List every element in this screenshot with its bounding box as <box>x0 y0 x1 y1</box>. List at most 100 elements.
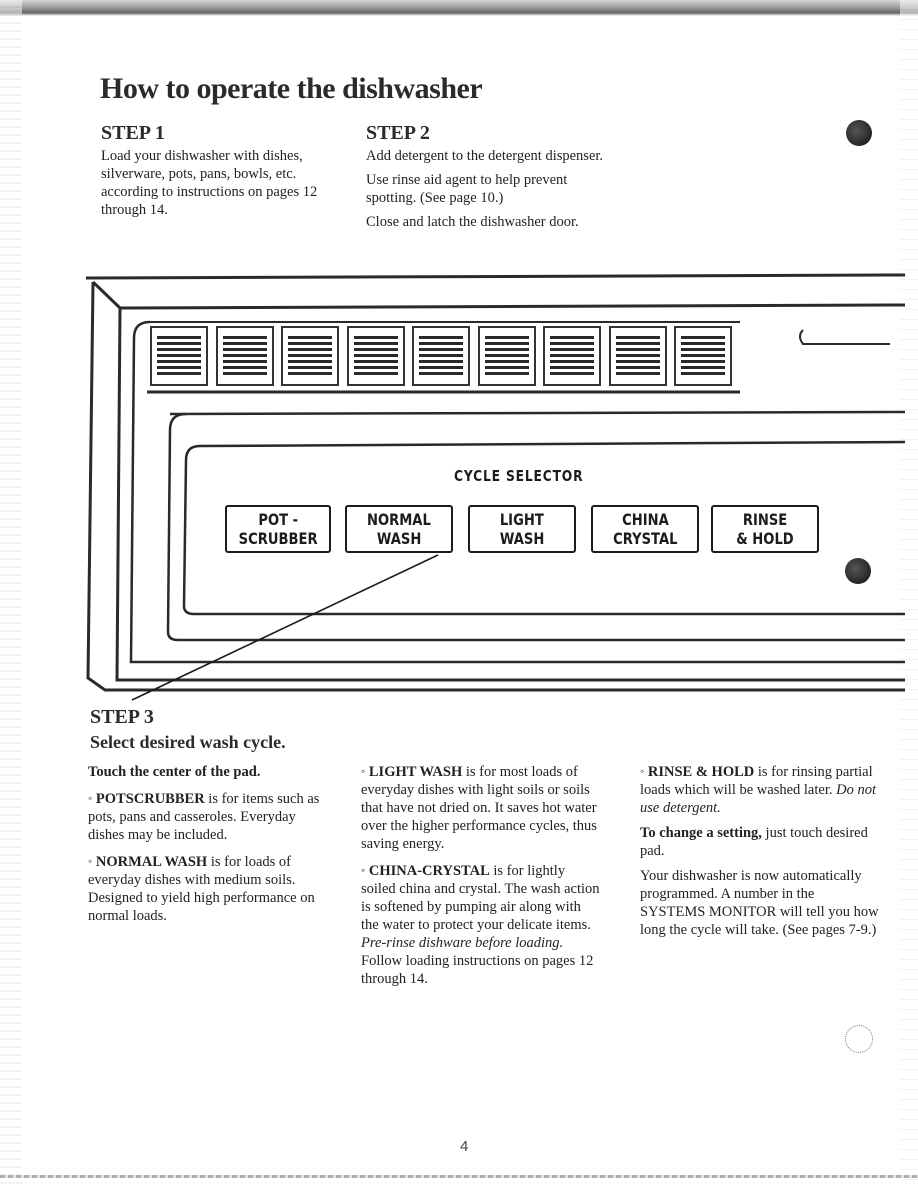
display-segment <box>353 354 398 357</box>
display-segment <box>484 342 529 345</box>
cycle-selector-label: CYCLE SELECTOR <box>454 467 584 485</box>
bullet-icon: ◦ <box>361 764 366 778</box>
display-segment <box>681 372 725 375</box>
seal-icon <box>845 1025 873 1053</box>
display-segment <box>550 372 594 375</box>
pad-label-line1: NORMAL <box>367 510 431 529</box>
pad-label-line1: CHINA <box>621 510 669 529</box>
cycle-description-china-crystal: ◦ CHINA-CRYSTAL is for lightly soiled ch… <box>361 861 601 988</box>
cycle-name: CHINA-CRYSTAL <box>368 863 490 879</box>
pad-china-crystal[interactable]: CHINA CRYSTAL <box>591 505 699 553</box>
scan-bottom-border <box>0 1175 918 1178</box>
bullet-icon: ◦ <box>640 764 645 778</box>
display-segment <box>353 348 398 351</box>
cycle-desc: Follow loading instructions on pages 12 … <box>361 953 594 987</box>
display-segment <box>222 366 267 369</box>
display-segment <box>550 342 594 345</box>
display-segment <box>353 360 398 363</box>
pad-label-line2: WASH <box>499 529 545 548</box>
display-cell <box>412 326 470 386</box>
programmed-note: Your dishwasher is now automatically pro… <box>640 868 879 938</box>
display-segment <box>157 366 201 369</box>
display-segment <box>419 366 463 369</box>
cycle-name: RINSE & HOLD <box>647 764 755 780</box>
display-segment <box>288 354 332 357</box>
display-cell <box>608 326 667 386</box>
display-cell <box>543 326 601 386</box>
panel-bevel <box>91 280 906 310</box>
display-segment <box>550 360 594 363</box>
cycle-name: POTSCRUBBER <box>95 791 205 807</box>
cycle-name: NORMAL WASH <box>95 854 208 870</box>
pad-pot-scrubber[interactable]: POT - SCRUBBER <box>225 505 331 553</box>
pad-label-line2: CRYSTAL <box>612 529 678 548</box>
display-segment <box>681 366 725 369</box>
step3-column-2: ◦ LIGHT WASH is for most loads of everyd… <box>361 762 601 994</box>
display-segment <box>681 336 725 339</box>
display-cell <box>477 326 536 386</box>
pad-label-line2: SCRUBBER <box>238 529 318 548</box>
display-cell <box>281 326 339 386</box>
display-segment <box>615 354 660 357</box>
display-segment <box>157 354 201 357</box>
scan-mark <box>845 558 871 584</box>
change-setting-bold: To change a setting, <box>640 825 762 841</box>
display-segment <box>615 348 660 351</box>
display-segment <box>353 366 398 369</box>
display-segment <box>288 366 332 369</box>
display-segment <box>484 348 529 351</box>
cycle-description-rinse-hold: ◦ RINSE & HOLD is for rinsing partial lo… <box>640 762 880 817</box>
selector-inner-top <box>199 440 906 448</box>
display-segment <box>681 348 725 351</box>
bullet-icon: ◦ <box>88 854 93 868</box>
step3-instruction: Touch the center of the pad. <box>88 764 261 780</box>
display-segment <box>353 342 398 345</box>
display-segment <box>615 360 660 363</box>
display-segment <box>288 372 332 375</box>
display-segment <box>484 372 529 375</box>
pad-rinse-hold[interactable]: RINSE & HOLD <box>711 505 819 553</box>
display-segment <box>157 372 201 375</box>
display-segment <box>157 342 201 345</box>
display-segment <box>484 366 529 369</box>
display-segment <box>353 372 398 375</box>
display-segment <box>419 348 463 351</box>
pad-label-line1: LIGHT <box>500 510 544 529</box>
display-segment <box>484 354 529 357</box>
display-segment <box>550 336 594 339</box>
display-segment <box>419 372 463 375</box>
display-segment <box>222 372 267 375</box>
pad-label-line1: RINSE <box>742 510 788 529</box>
display-segment <box>681 342 725 345</box>
bullet-icon: ◦ <box>361 863 366 877</box>
pad-normal-wash[interactable]: NORMAL WASH <box>345 505 453 553</box>
page-number: 4 <box>460 1138 469 1155</box>
display-segment <box>288 342 332 345</box>
display-segment <box>615 372 660 375</box>
pad-label-line2: & HOLD <box>736 529 794 548</box>
door-handle-icon <box>799 329 890 345</box>
display-cell <box>674 326 732 386</box>
display-segment <box>288 360 332 363</box>
display-segment <box>157 348 201 351</box>
display-segment <box>681 360 725 363</box>
display-segment <box>615 342 660 345</box>
display-segment <box>222 342 267 345</box>
step3-column-3: ◦ RINSE & HOLD is for rinsing partial lo… <box>640 762 880 945</box>
display-segment <box>550 366 594 369</box>
display-segment <box>484 336 529 339</box>
step3-heading: STEP 3 <box>90 706 154 728</box>
pad-light-wash[interactable]: LIGHT WASH <box>468 505 576 553</box>
display-segment <box>484 360 529 363</box>
display-segment <box>419 342 463 345</box>
display-segment <box>157 336 201 339</box>
display-segment <box>222 336 267 339</box>
display-cell <box>150 326 208 386</box>
display-segment <box>419 360 463 363</box>
step3-subheading: Select desired wash cycle. <box>90 732 286 752</box>
display-cell <box>346 326 405 386</box>
display-segment <box>419 336 463 339</box>
display-segment <box>615 366 660 369</box>
display-segment <box>222 354 267 357</box>
cycle-description-potscrubber: ◦ POTSCRUBBER is for items such as pots,… <box>88 789 323 844</box>
